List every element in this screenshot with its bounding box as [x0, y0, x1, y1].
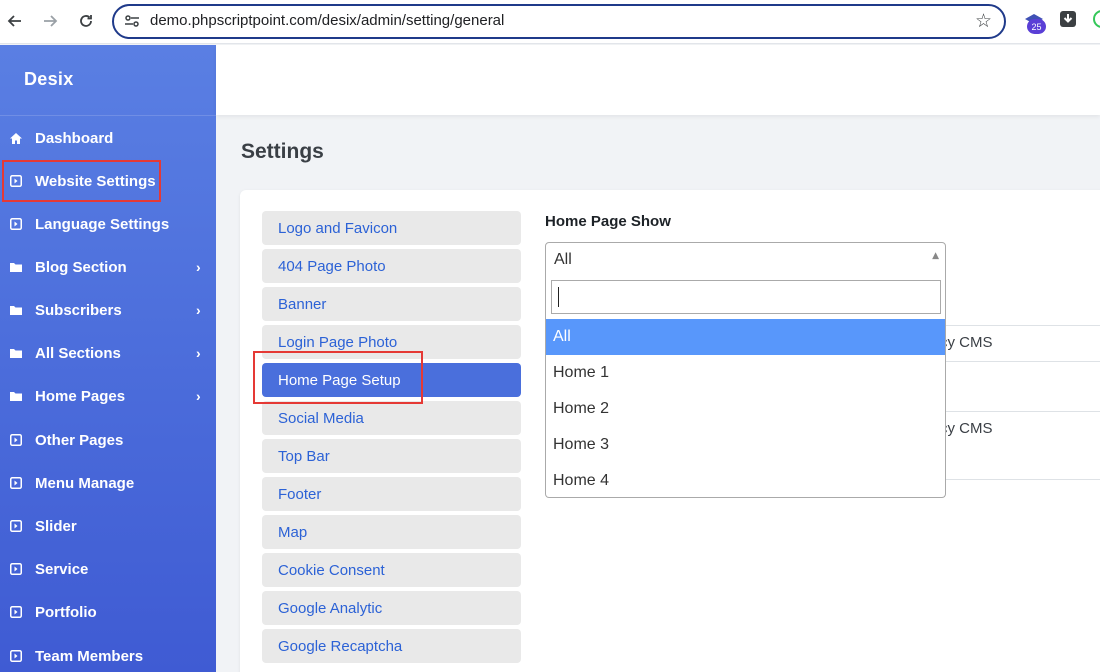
extension-badge: 25	[1027, 19, 1046, 34]
square-caret-icon	[9, 217, 23, 231]
sidebar-item-menu-manage[interactable]: Menu Manage	[0, 463, 216, 503]
forward-icon[interactable]	[37, 8, 63, 34]
highlight-box-home-page-setup	[253, 351, 423, 404]
sidebar-item-label: Dashboard	[35, 129, 114, 147]
sidebar-item-label: Slider	[35, 517, 77, 535]
address-bar[interactable]: demo.phpscriptpoint.com/desix/admin/sett…	[112, 4, 1006, 39]
dropdown-option-home-2[interactable]: Home 2	[546, 391, 945, 427]
sidebar-item-label: Home Pages	[35, 387, 126, 405]
dropdown-option-home-4[interactable]: Home 4	[546, 463, 945, 499]
table-cell-text: cy CMS	[940, 420, 993, 437]
site-settings-icon[interactable]	[123, 12, 141, 30]
dropdown-option-home-3[interactable]: Home 3	[546, 427, 945, 463]
sidebar-item-team-members[interactable]: Team Members	[0, 636, 216, 672]
square-caret-icon	[9, 519, 23, 533]
page-title: Settings	[241, 140, 324, 163]
caret-up-icon: ▲	[932, 251, 939, 261]
highlight-box-website-settings	[2, 160, 161, 202]
sidebar-item-label: Subscribers	[35, 301, 122, 319]
sidebar-item-label: Team Members	[35, 647, 144, 665]
square-caret-icon	[9, 433, 23, 447]
text-cursor	[558, 287, 559, 307]
chevron-right-icon: ›	[196, 388, 201, 404]
sidebar-item-label: Language Settings	[35, 215, 170, 233]
url-text[interactable]: demo.phpscriptpoint.com/desix/admin/sett…	[150, 12, 504, 29]
settings-tab-google-analytic[interactable]: Google Analytic	[262, 591, 521, 625]
square-caret-icon	[9, 605, 23, 619]
sidebar-item-subscribers[interactable]: Subscribers ›	[0, 290, 216, 330]
settings-tab-logo-and-favicon[interactable]: Logo and Favicon	[262, 211, 521, 245]
reload-icon[interactable]	[73, 8, 99, 34]
sidebar-item-blog-section[interactable]: Blog Section ›	[0, 247, 216, 287]
square-caret-icon	[9, 476, 23, 490]
dropdown-search-input[interactable]	[551, 280, 941, 314]
sidebar-item-other-pages[interactable]: Other Pages	[0, 420, 216, 460]
settings-tab-top-bar[interactable]: Top Bar	[262, 439, 521, 473]
sidebar-item-language-settings[interactable]: Language Settings	[0, 204, 216, 244]
square-caret-icon	[9, 562, 23, 576]
dropdown-option-home-1[interactable]: Home 1	[546, 355, 945, 391]
folder-icon	[9, 303, 23, 317]
profile-icon[interactable]	[1093, 10, 1100, 34]
sidebar-item-home-pages[interactable]: Home Pages ›	[0, 376, 216, 416]
folder-icon	[9, 346, 23, 360]
settings-tab-404-page-photo[interactable]: 404 Page Photo	[262, 249, 521, 283]
download-extension-icon[interactable]	[1059, 10, 1083, 34]
back-icon[interactable]	[2, 8, 28, 34]
square-caret-icon	[9, 649, 23, 663]
settings-tab-footer[interactable]: Footer	[262, 477, 521, 511]
sidebar-item-label: Service	[35, 560, 89, 578]
dropdown-option-all[interactable]: All	[546, 319, 945, 355]
home-page-show-label: Home Page Show	[545, 213, 671, 230]
folder-icon	[9, 389, 23, 403]
sidebar-item-all-sections[interactable]: All Sections ›	[0, 333, 216, 373]
browser-toolbar: demo.phpscriptpoint.com/desix/admin/sett…	[0, 0, 1100, 44]
folder-icon	[9, 260, 23, 274]
chevron-right-icon: ›	[196, 259, 201, 275]
sidebar-item-label: Blog Section	[35, 258, 127, 276]
sidebar-item-label: Portfolio	[35, 603, 97, 621]
sidebar-item-portfolio[interactable]: Portfolio	[0, 592, 216, 632]
sidebar-divider	[0, 115, 216, 116]
sidebar-item-dashboard[interactable]: Dashboard	[0, 118, 216, 158]
bookmark-star-icon[interactable]: ☆	[975, 10, 992, 32]
sidebar-item-label: Other Pages	[35, 431, 124, 449]
home-icon	[9, 131, 23, 145]
sidebar-item-label: All Sections	[35, 344, 121, 362]
table-cell-text: cy CMS	[940, 334, 993, 351]
sidebar-item-service[interactable]: Service	[0, 549, 216, 589]
settings-tab-banner[interactable]: Banner	[262, 287, 521, 321]
settings-tab-cookie-consent[interactable]: Cookie Consent	[262, 553, 521, 587]
settings-tab-google-recaptcha[interactable]: Google Recaptcha	[262, 629, 521, 663]
sidebar-item-slider[interactable]: Slider	[0, 506, 216, 546]
settings-tab-social-media[interactable]: Social Media	[262, 401, 521, 435]
select-selected-value: All	[554, 251, 572, 268]
home-page-show-select[interactable]: All ▲	[545, 242, 946, 277]
chevron-right-icon: ›	[196, 345, 201, 361]
brand-logo[interactable]: Desix	[24, 69, 74, 90]
chevron-right-icon: ›	[196, 302, 201, 318]
sidebar-item-label: Menu Manage	[35, 474, 135, 492]
select-dropdown: All Home 1 Home 2 Home 3 Home 4	[545, 276, 946, 498]
settings-tab-map[interactable]: Map	[262, 515, 521, 549]
top-header	[216, 45, 1100, 115]
